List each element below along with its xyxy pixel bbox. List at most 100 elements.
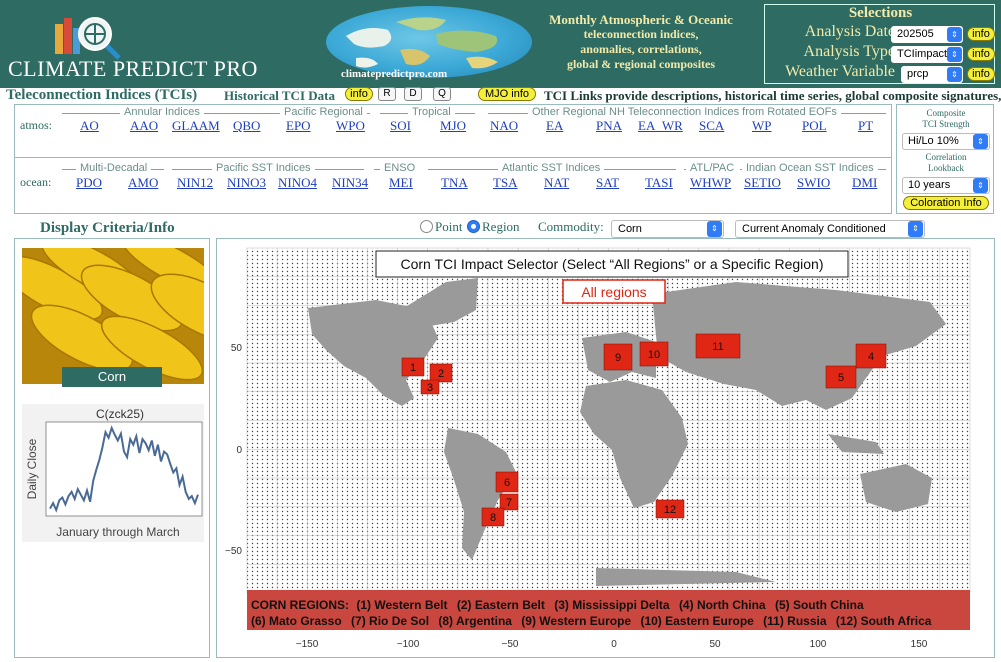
region-marker-12[interactable]: 12 [655, 499, 685, 519]
region-marker-label: 10 [648, 349, 660, 361]
index-aao[interactable]: AAO [130, 118, 158, 134]
index-nin12[interactable]: NIN12 [177, 175, 213, 191]
x-tick: 50 [709, 639, 721, 650]
x-tick: 0 [611, 639, 617, 650]
y-tick: 0 [236, 445, 242, 456]
index-pna[interactable]: PNA [596, 118, 622, 134]
legend-item: (2) Eastern Belt [457, 598, 545, 612]
region-marker-2[interactable]: 2 [429, 363, 453, 383]
index-qbo[interactable]: QBO [233, 118, 260, 134]
anomaly-select[interactable]: Current Anomaly Conditioned ⇕ [735, 220, 925, 238]
x-tick: 100 [810, 639, 827, 650]
region-marker-6[interactable]: 6 [495, 471, 519, 493]
index-pt[interactable]: PT [858, 118, 873, 134]
region-marker-label: 6 [504, 477, 510, 489]
lookback-select[interactable]: 10 years ⇕ [902, 177, 990, 194]
index-nino3[interactable]: NINO3 [227, 175, 266, 191]
index-pdo[interactable]: PDO [76, 175, 102, 191]
index-mjo[interactable]: MJO [440, 118, 466, 134]
index-tsa[interactable]: TSA [493, 175, 518, 191]
index-nino4[interactable]: NINO4 [278, 175, 317, 191]
mjo-info-button[interactable]: MJO info [478, 87, 536, 101]
index-glaam[interactable]: GLAAM [172, 118, 220, 134]
tagline: Monthly Atmospheric & Oceanic teleconnec… [534, 12, 748, 72]
weather-variable-select[interactable]: prcp ⇕ [901, 66, 963, 83]
index-nat[interactable]: NAT [544, 175, 569, 191]
composite-panel: Composite TCI Strength Hi/Lo 10% ⇕ Correl… [896, 104, 994, 214]
commodity-value: Corn [618, 223, 642, 235]
region-marker-label: 12 [664, 504, 676, 516]
analysis-type-label: Analysis Type [803, 43, 895, 60]
weather-variable-info-button[interactable]: info [967, 67, 995, 81]
coloration-info-button[interactable]: Coloration Info [903, 196, 989, 210]
d-button[interactable]: D [404, 87, 422, 101]
index-wp[interactable]: WP [752, 118, 772, 134]
region-marker-1[interactable]: 1 [401, 357, 425, 377]
selector-title: Corn TCI Impact Selector (Select “All Re… [400, 256, 823, 272]
price-chart: C(zck25) Daily Close January through Mar… [22, 404, 204, 542]
tci-strength-select[interactable]: Hi/Lo 10% ⇕ [902, 133, 990, 150]
r-button[interactable]: R [378, 87, 396, 101]
index-dmi[interactable]: DMI [852, 175, 877, 191]
chevron-updown-icon: ⇕ [973, 178, 988, 193]
legend-title: CORN REGIONS: [251, 598, 349, 612]
group-label: Tropical [408, 106, 455, 118]
analysis-date-select[interactable]: 202505 ⇕ [891, 26, 963, 43]
analysis-date-value: 202505 [897, 28, 934, 40]
index-wpo[interactable]: WPO [336, 118, 365, 134]
index-epo[interactable]: EPO [286, 118, 311, 134]
legend-item: (10) Eastern Europe [640, 614, 754, 628]
legend-item: (5) South China [775, 598, 864, 612]
region-marker-label: 9 [615, 352, 621, 364]
index-swio[interactable]: SWIO [797, 175, 830, 191]
index-nao[interactable]: NAO [490, 118, 518, 134]
region-marker-3[interactable]: 3 [420, 379, 440, 395]
group-label: Atlantic SST Indices [498, 162, 605, 174]
region-marker-11[interactable]: 11 [695, 333, 741, 359]
index-sat[interactable]: SAT [596, 175, 619, 191]
point-radio[interactable] [420, 220, 433, 233]
index-sca[interactable]: SCA [699, 118, 724, 134]
legend-item: (12) South Africa [836, 614, 932, 628]
group-label: Indian Ocean SST Indices [742, 162, 878, 174]
plot-area [45, 421, 203, 517]
group-label: Multi-Decadal [76, 162, 152, 174]
group-label: Annular Indices [120, 106, 204, 118]
index-pol[interactable]: POL [802, 118, 827, 134]
index-ea[interactable]: EA [546, 118, 563, 134]
chevron-updown-icon: ⇕ [707, 221, 722, 237]
region-marker-10[interactable]: 10 [639, 341, 669, 367]
index-nin34[interactable]: NIN34 [332, 175, 368, 191]
legend-item: (6) Mato Grasso [251, 614, 342, 628]
index-whwp[interactable]: WHWP [690, 175, 731, 191]
legend-item: (7) Rio De Sol [351, 614, 429, 628]
index-mei[interactable]: MEI [389, 175, 413, 191]
region-marker-8[interactable]: 8 [481, 507, 505, 527]
q-button[interactable]: Q [433, 87, 451, 101]
index-soi[interactable]: SOI [390, 118, 411, 134]
analysis-type-select[interactable]: TCIimpacts ⇕ [891, 46, 963, 63]
region-marker-label: 3 [427, 382, 433, 394]
y-axis-label: Daily Close [25, 438, 39, 499]
selections-panel: Selections Analysis Date 202505 ⇕ info An… [764, 4, 995, 84]
index-setio[interactable]: SETIO [744, 175, 781, 191]
index-amo[interactable]: AMO [128, 175, 158, 191]
analysis-date-info-button[interactable]: info [967, 27, 995, 41]
index-ea-wr[interactable]: EA_WR [638, 118, 683, 134]
weather-variable-label: Weather Variable [785, 63, 895, 80]
legend-item: (1) Western Belt [356, 598, 447, 612]
index-tna[interactable]: TNA [441, 175, 468, 191]
chevron-updown-icon: ⇕ [908, 221, 923, 237]
historical-info-button[interactable]: info [345, 87, 373, 101]
region-marker-9[interactable]: 9 [603, 343, 633, 371]
site-url: climatepredictpro.com [341, 68, 448, 80]
region-radio[interactable] [467, 220, 480, 233]
index-ao[interactable]: AO [80, 118, 99, 134]
logo-text: CLIMATE PREDICT PRO [8, 56, 258, 81]
analysis-type-info-button[interactable]: info [967, 47, 995, 61]
region-marker-4[interactable]: 4 [855, 343, 887, 369]
region-marker-5[interactable]: 5 [825, 365, 857, 389]
commodity-select[interactable]: Corn ⇕ [611, 220, 724, 238]
index-tasi[interactable]: TASI [645, 175, 673, 191]
region-marker-7[interactable]: 7 [499, 493, 519, 511]
